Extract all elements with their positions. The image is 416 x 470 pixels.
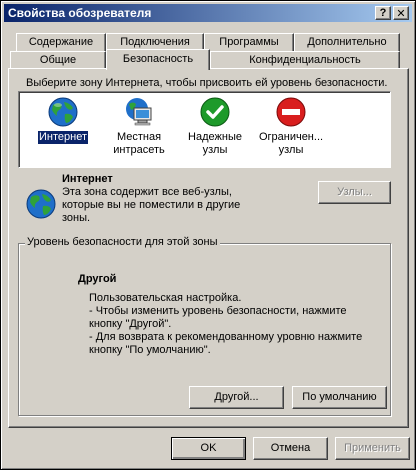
sites-button[interactable]: Узлы... (318, 181, 391, 204)
cancel-button[interactable]: Отмена (253, 437, 328, 460)
close-icon: ✕ (396, 7, 406, 20)
tab-advanced[interactable]: Дополнительно (294, 33, 400, 51)
zone-desc-line1: Эта зона содержит все веб-узлы, (62, 186, 232, 198)
security-level-group-title: Уровень безопасности для этой зоны (25, 236, 220, 249)
security-level-text: - Чтобы изменить уровень безопасности, н… (89, 305, 347, 317)
zones-intro-text: Выберите зону Интернета, чтобы присвоить… (26, 77, 388, 89)
security-level-text: кнопку "Другой". (89, 318, 172, 330)
zone-trusted-sites[interactable]: Надежные узлы (179, 96, 251, 157)
default-level-button[interactable]: По умолчанию (292, 386, 387, 409)
zone-label-line2: узлы (278, 144, 304, 156)
security-level-text: Пользовательская настройка. (89, 292, 242, 304)
restricted-icon (276, 97, 306, 127)
zone-label-line2: узлы (202, 144, 228, 156)
custom-level-button[interactable]: Другой... (189, 386, 284, 409)
tab-general[interactable]: Общие (10, 51, 106, 69)
zone-local-intranet[interactable]: Местная интрасеть (103, 96, 175, 157)
check-icon (200, 97, 230, 127)
globe-icon (26, 189, 56, 219)
tab-content[interactable]: Содержание (16, 33, 106, 51)
help-button[interactable]: ? (375, 6, 391, 20)
zone-desc-line3: зоны. (62, 212, 91, 224)
zone-label-line1: Надежные (188, 131, 242, 143)
zone-label-line1: Ограничен... (258, 131, 324, 143)
zone-list[interactable]: Интернет Местная интрасеть Надежные узлы (18, 91, 391, 168)
network-computer-icon (126, 98, 152, 126)
internet-options-dialog: Свойства обозревателя ? ✕ Содержание Под… (0, 0, 416, 470)
apply-button[interactable]: Применить (335, 437, 410, 460)
security-level-name: Другой (78, 273, 117, 285)
zone-restricted-sites[interactable]: Ограничен... узлы (255, 96, 327, 157)
tab-programs[interactable]: Программы (204, 33, 294, 51)
security-level-text: кнопку "По умолчанию". (89, 344, 211, 356)
ok-button[interactable]: OK (171, 437, 246, 460)
tab-privacy[interactable]: Конфиденциальность (210, 51, 400, 69)
zone-label: Интернет (37, 130, 89, 145)
zone-desc-line2: которые вы не поместили в другие (62, 199, 241, 211)
zone-label-line2: интрасеть (113, 144, 165, 156)
tab-security[interactable]: Безопасность (106, 49, 210, 70)
security-level-text: - Для возврата к рекомендованному уровню… (89, 331, 363, 343)
title-bar[interactable]: Свойства обозревателя ? ✕ (4, 4, 412, 22)
zone-name: Интернет (62, 173, 113, 185)
window-title: Свойства обозревателя (8, 6, 152, 20)
globe-icon (48, 97, 78, 127)
zone-internet[interactable]: Интернет (27, 96, 99, 145)
close-button[interactable]: ✕ (393, 6, 409, 20)
help-icon: ? (379, 7, 387, 19)
zone-label-line1: Местная (116, 131, 162, 143)
